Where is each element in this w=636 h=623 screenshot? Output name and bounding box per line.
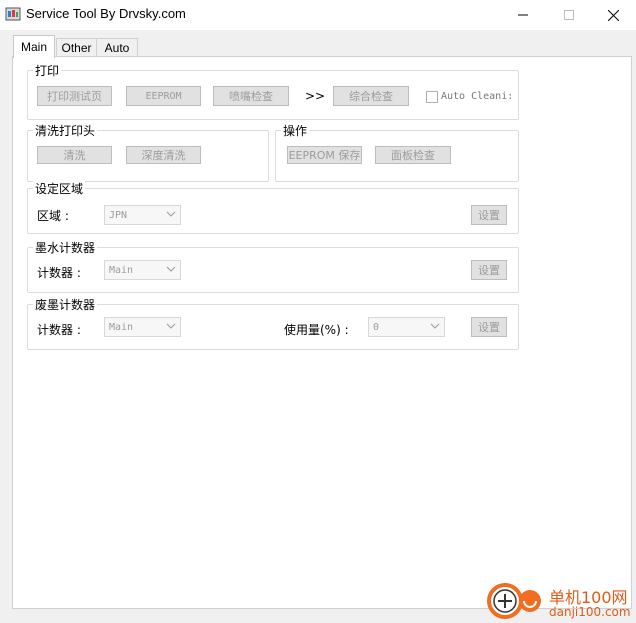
panel-check-button[interactable]: 面板检查 <box>375 146 451 164</box>
region-set-button[interactable]: 设置 <box>471 205 507 225</box>
chevron-down-icon <box>166 211 176 217</box>
arrow-label: >> <box>305 89 326 103</box>
maximize-icon <box>564 10 574 20</box>
ink-counter-select-value: Main <box>109 264 134 276</box>
watermark-logo <box>487 583 541 619</box>
region-label: 区域 : <box>37 209 69 223</box>
ink-counter-group <box>27 247 519 293</box>
waste-counter-label: 计数器 : <box>37 323 81 337</box>
nozzle-check-button[interactable]: 喷嘴检查 <box>213 86 289 106</box>
ink-counter-group-title: 墨水计数器 <box>33 239 98 256</box>
title-bar: Service Tool By Drvsky.com <box>0 0 636 30</box>
tab-auto[interactable]: Auto <box>96 38 138 57</box>
clean-head-group-title: 清洗打印头 <box>33 122 98 139</box>
comprehensive-check-button[interactable]: 综合检查 <box>333 86 409 106</box>
watermark: 单机100网 danji100.com <box>486 580 636 623</box>
close-icon <box>607 9 619 21</box>
window-title: Service Tool By Drvsky.com <box>26 6 186 21</box>
operations-group-title: 操作 <box>281 122 310 139</box>
waste-ink-counter-group-title: 废墨计数器 <box>33 296 98 313</box>
usage-select-value: 0 <box>373 321 380 333</box>
tab-other[interactable]: Other <box>56 38 97 57</box>
waste-counter-select[interactable]: Main <box>104 317 181 337</box>
print-test-page-button[interactable]: 打印测试页 <box>37 86 112 106</box>
region-select-value: JPN <box>109 209 128 221</box>
auto-cleaning-checkbox[interactable] <box>426 91 438 103</box>
clean-button[interactable]: 清洗 <box>37 146 112 164</box>
maximize-button[interactable] <box>546 0 592 30</box>
chevron-down-icon <box>166 323 176 329</box>
app-icon <box>5 7 21 21</box>
tab-panel-main: 打印 打印测试页 EEPROM 喷嘴检查 >> 综合检查 Auto Cleani… <box>12 56 632 609</box>
region-group <box>27 188 519 234</box>
waste-ink-counter-group <box>27 304 519 350</box>
chevron-down-icon <box>166 266 176 272</box>
tab-main[interactable]: Main <box>13 35 55 58</box>
ink-counter-set-button[interactable]: 设置 <box>471 260 507 280</box>
auto-cleaning-label: Auto Cleani: <box>441 91 514 102</box>
usage-label: 使用量(%) : <box>284 323 349 337</box>
ink-counter-select[interactable]: Main <box>104 260 181 280</box>
minimize-icon <box>518 14 528 16</box>
minimize-button[interactable] <box>500 0 546 30</box>
print-group-title: 打印 <box>33 62 62 79</box>
eeprom-button[interactable]: EEPROM <box>126 86 201 106</box>
watermark-url: danji100.com <box>549 605 631 619</box>
waste-counter-set-button[interactable]: 设置 <box>471 317 507 337</box>
usage-select[interactable]: 0 <box>368 317 445 337</box>
waste-counter-select-value: Main <box>109 321 134 333</box>
region-select[interactable]: JPN <box>104 205 181 225</box>
deep-clean-button[interactable]: 深度清洗 <box>126 146 201 164</box>
close-button[interactable] <box>590 0 636 30</box>
ink-counter-label: 计数器 : <box>37 266 81 280</box>
region-group-title: 设定区域 <box>33 180 86 197</box>
chevron-down-icon <box>430 323 440 329</box>
eeprom-save-button[interactable]: EEPROM 保存 <box>287 146 362 164</box>
